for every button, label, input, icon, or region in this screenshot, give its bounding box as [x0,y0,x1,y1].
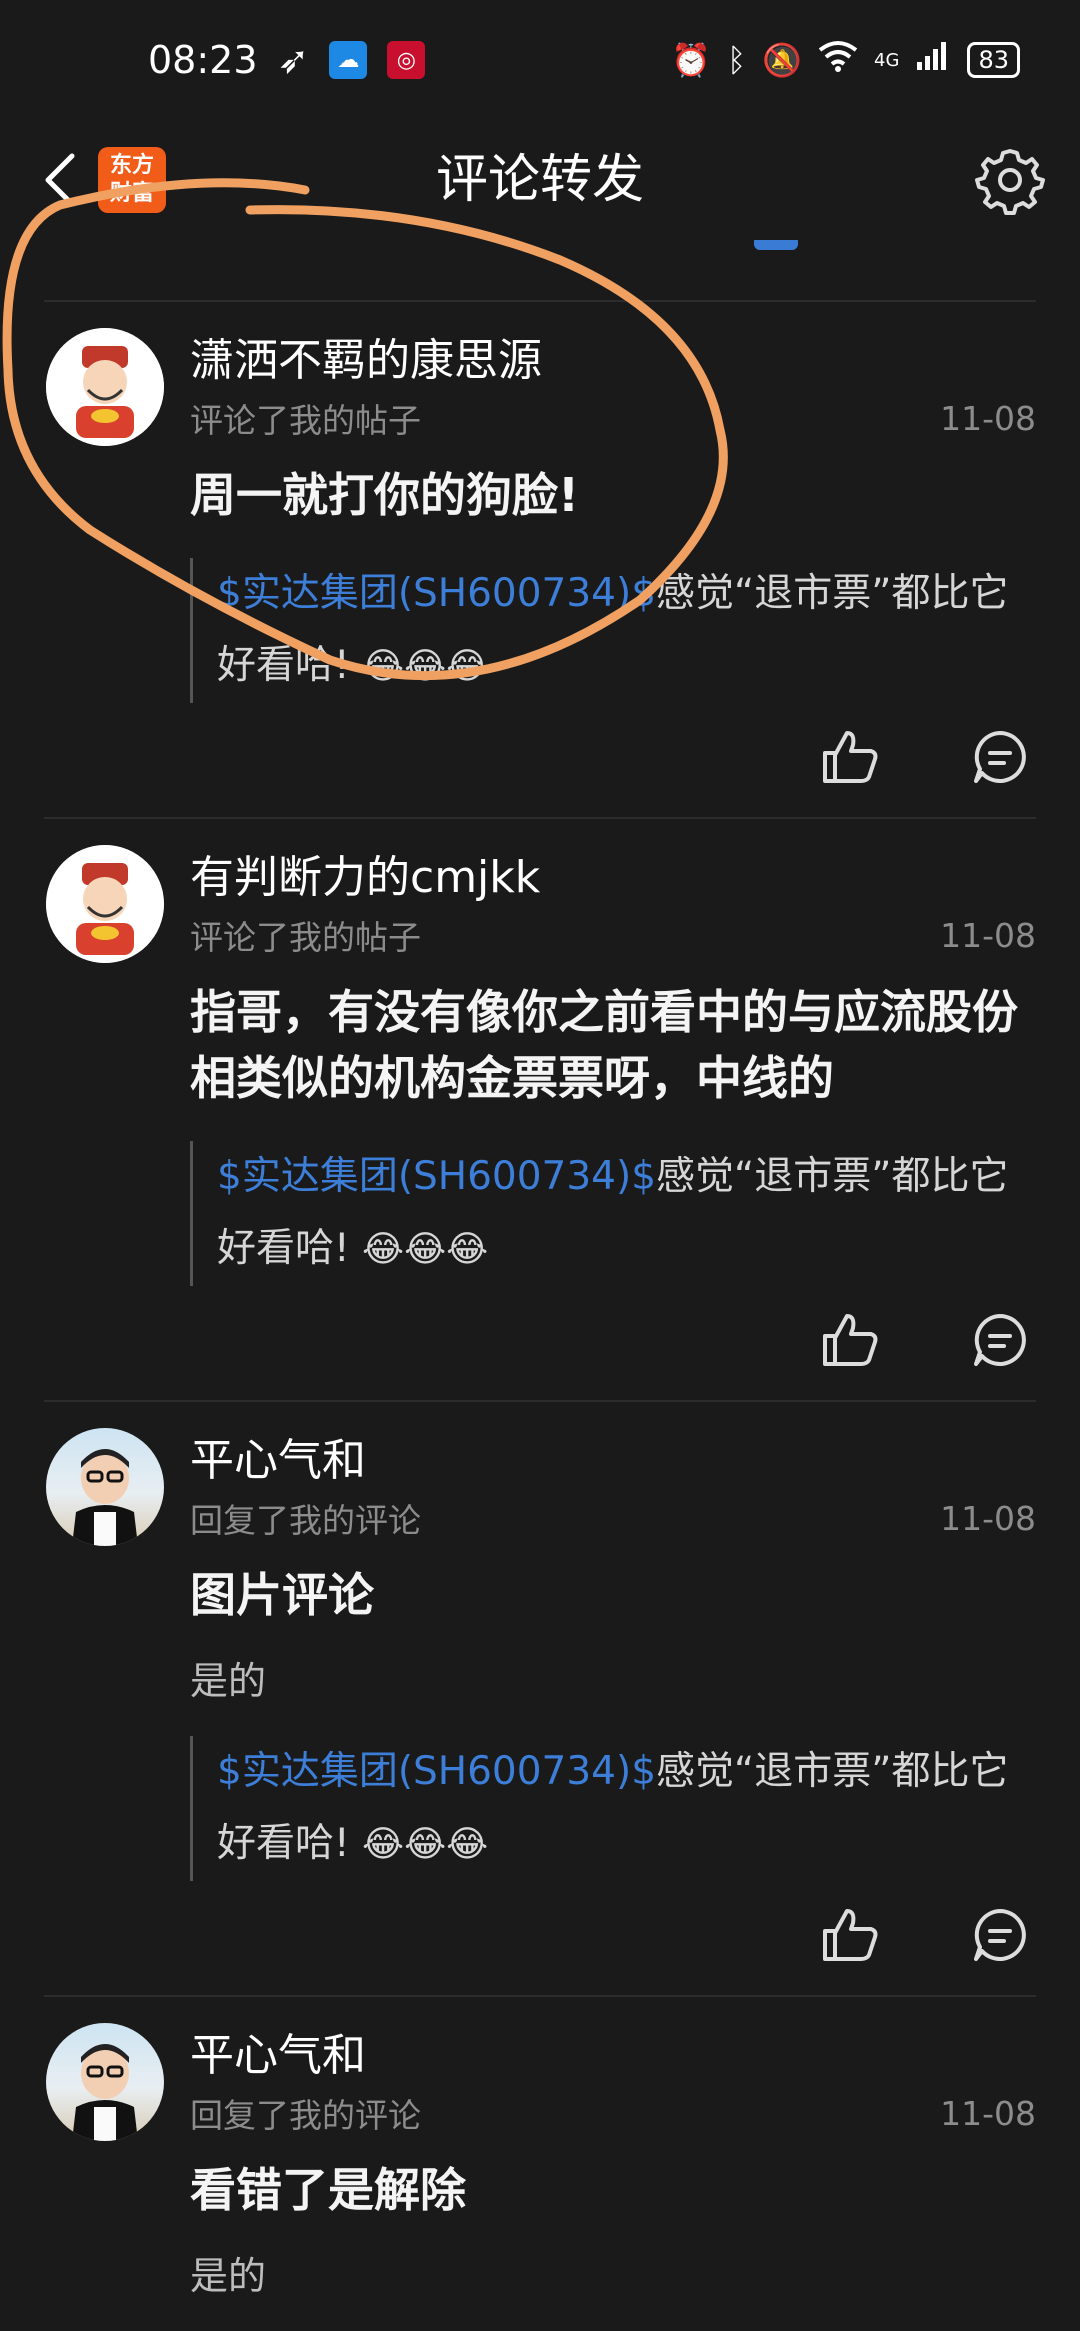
child-photo-avatar-icon [72,1449,138,1546]
reply-context-text: 是的 [190,2254,267,2298]
laugh-emoji-icon: 😂😂😂 [362,646,489,687]
list-item[interactable]: 平心气和 回复了我的评论 11-08 图片评论 是的 $实达集团(SH60073… [44,1402,1036,1997]
thumbs-up-icon [823,1909,878,1961]
username[interactable]: 平心气和 [190,1432,1036,1490]
quoted-post[interactable]: $实达集团(SH600734)$感觉“退市票”都比它好看哈! 😂😂😂 [190,1141,1036,1286]
comment-feed: 潇洒不羁的康思源 评论了我的帖子 11-08 周一就打你的狗脸! $实达集团(S… [0,240,1080,2331]
like-button[interactable] [820,727,880,787]
laugh-emoji-icon: 😂😂😂 [362,1824,489,1865]
reply-button[interactable] [970,1905,1030,1965]
partial-badge [754,240,798,250]
previous-item-edge [44,240,1036,302]
caishen-avatar-icon [46,328,164,446]
username[interactable]: 潇洒不羁的康思源 [190,332,1036,390]
feather-icon: ➶ [277,38,310,82]
action-text: 回复了我的评论 [190,1501,421,1540]
bank-icon: ◎ [387,41,426,79]
post-date: 11-08 [940,1498,1036,1538]
logo-text-line2: 财富 [109,181,154,206]
thumbs-up-icon [823,1314,878,1366]
stock-link[interactable]: $实达集团(SH600734)$ [217,571,656,616]
bluetooth-icon: ᛒ [727,41,747,79]
gear-icon [975,149,1045,215]
avatar[interactable] [46,328,164,446]
stock-link[interactable]: $实达集团(SH600734)$ [217,1154,656,1199]
back-button[interactable] [30,140,90,220]
username[interactable]: 有判断力的cmjkk [190,849,1036,907]
reply-button[interactable] [970,727,1030,787]
child-photo-avatar-icon [72,2044,138,2141]
comment-bubble-icon [974,1314,1026,1366]
nav-bar: 东方 财富 评论转发 [0,120,1080,240]
laugh-emoji-icon: 😂😂😂 [362,1229,489,1270]
network-type: 4G [874,49,900,71]
comment-text[interactable]: 图片评论 [190,1562,1036,1628]
username[interactable]: 平心气和 [190,2027,1036,2085]
comment-bubble-icon [974,731,1026,783]
logo-text-line1: 东方 [109,153,154,178]
status-right: ⏰ ᛒ 🔕 4G 83 [671,40,1020,80]
like-button[interactable] [820,1905,880,1965]
post-date: 11-08 [940,398,1036,438]
quoted-post[interactable]: $实达集团(SH600734)$感觉“退市票”都比它好看哈! 😂😂😂 [190,1736,1036,1881]
avatar[interactable] [46,2023,164,2141]
comment-bubble-icon [974,1909,1026,1961]
reply-button[interactable] [970,1310,1030,1370]
stock-link[interactable]: $实达集团(SH600734)$ [217,1749,656,1794]
chevron-left-icon [45,153,75,207]
action-text: 评论了我的帖子 [190,918,421,957]
like-button[interactable] [820,1310,880,1370]
action-text: 回复了我的评论 [190,2096,421,2135]
signal-icon [915,40,951,80]
quoted-post[interactable]: $实达集团(SH600734)$感觉“退市票”都比它好看哈! 😂😂😂 [190,558,1036,703]
post-date: 11-08 [940,2093,1036,2133]
status-left: 08:23 ➶ ☁ ◎ [148,38,426,82]
caishen-avatar-icon [46,845,164,963]
action-text: 评论了我的帖子 [190,401,421,440]
alarm-icon: ⏰ [671,41,711,79]
list-item[interactable]: 有判断力的cmjkk 评论了我的帖子 11-08 指哥，有没有像你之前看中的与应… [44,819,1036,1402]
comment-text[interactable]: 周一就打你的狗脸! [190,462,1036,528]
list-item[interactable]: 潇洒不羁的康思源 评论了我的帖子 11-08 周一就打你的狗脸! $实达集团(S… [44,302,1036,819]
weather-icon: ☁ [329,41,368,79]
app-logo[interactable]: 东方 财富 [98,147,166,213]
comment-text[interactable]: 指哥，有没有像你之前看中的与应流股份相类似的机构金票票呀，中线的 [190,979,1036,1111]
mute-icon: 🔕 [762,41,803,79]
thumbs-up-icon [823,731,878,783]
reply-context-text: 是的 [190,1659,267,1703]
list-item[interactable]: 平心气和 回复了我的评论 11-08 看错了是解除 是的 [44,1997,1036,2331]
clock: 08:23 [148,38,258,82]
comment-text[interactable]: 看错了是解除 [190,2157,1036,2223]
post-date: 11-08 [940,915,1036,955]
avatar[interactable] [46,1428,164,1546]
status-bar: 08:23 ➶ ☁ ◎ ⏰ ᛒ 🔕 4G 83 [0,0,1080,120]
wifi-icon [818,40,858,80]
avatar[interactable] [46,845,164,963]
battery-level: 83 [967,42,1020,78]
settings-button[interactable] [970,140,1050,220]
